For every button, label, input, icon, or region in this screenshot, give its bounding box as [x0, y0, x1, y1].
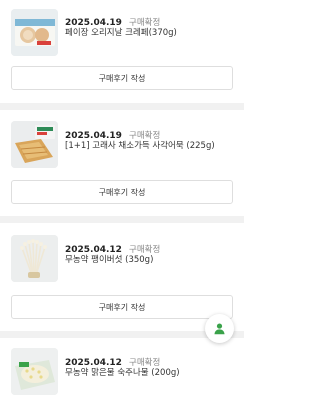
- product-name[interactable]: 무농약 팽이버섯 (350g): [65, 253, 153, 265]
- section-divider: [0, 216, 244, 223]
- enoki-mushroom-image[interactable]: [11, 235, 58, 282]
- bean-sprouts-image[interactable]: [11, 348, 58, 395]
- crepe-package-image[interactable]: [11, 9, 58, 56]
- write-review-button[interactable]: 구매후기 작성: [11, 180, 233, 204]
- product-name[interactable]: [1+1] 고래사 채소가득 사각어묵 (225g): [65, 139, 215, 151]
- floating-profile-button[interactable]: [205, 314, 234, 343]
- user-icon: [214, 323, 225, 335]
- product-name[interactable]: 페이장 오리지날 크레페(370g): [65, 26, 177, 38]
- product-name[interactable]: 무농약 맑은물 숙주나물 (200g): [65, 366, 180, 378]
- write-review-button[interactable]: 구매후기 작성: [11, 66, 233, 90]
- write-review-button[interactable]: 구매후기 작성: [11, 295, 233, 319]
- section-divider: [0, 103, 244, 110]
- fish-cake-image[interactable]: [11, 121, 58, 168]
